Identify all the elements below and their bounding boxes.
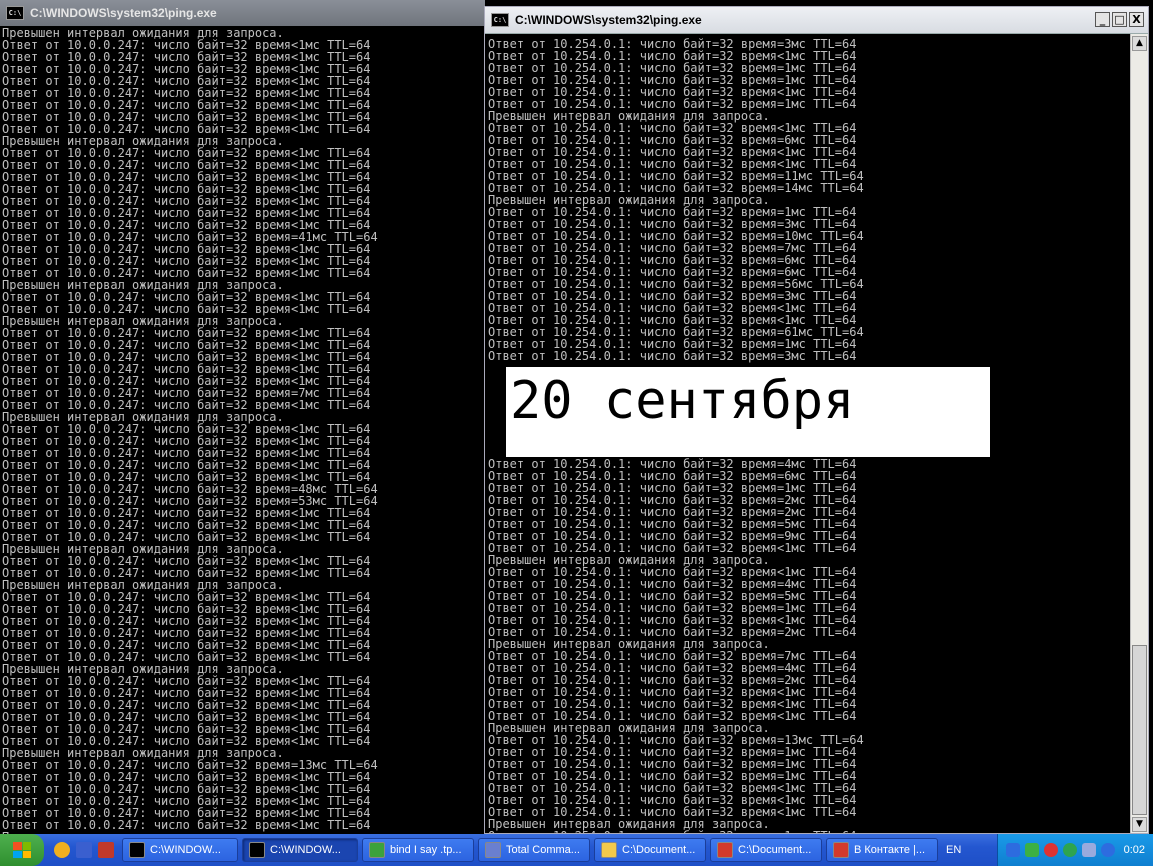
taskbar: C:\WINDOW... C:\WINDOW... bind I say .tp..…	[0, 834, 1153, 866]
quick-launch-app-icon[interactable]	[76, 842, 92, 858]
task-list: C:\WINDOW... C:\WINDOW... bind I say .tp..…	[118, 838, 938, 862]
vertical-scrollbar[interactable]: ▲ ▼	[1130, 34, 1148, 833]
clock[interactable]: 0:02	[1124, 844, 1145, 856]
right-window-titlebar[interactable]: C:\ C:\WINDOWS\system32\ping.exe _ □ X	[485, 7, 1148, 34]
cmd-icon	[129, 842, 145, 858]
taskbar-button[interactable]: C:\WINDOW...	[242, 838, 358, 862]
notepad-icon	[369, 842, 385, 858]
taskbar-button[interactable]: В Контакте |...	[826, 838, 938, 862]
cmd-icon	[249, 842, 265, 858]
minimize-button[interactable]: _	[1095, 12, 1110, 27]
taskbar-button[interactable]: C:\Document...	[594, 838, 706, 862]
taskbar-button-label: C:\Document...	[622, 844, 696, 856]
taskbar-button[interactable]: bind I say .tp...	[362, 838, 474, 862]
opera-icon	[833, 842, 849, 858]
start-button[interactable]	[0, 834, 44, 866]
quick-launch-app-icon[interactable]	[54, 842, 70, 858]
left-console-window[interactable]: C:\ C:\WINDOWS\system32\ping.exe Превыше…	[0, 0, 485, 834]
opera-icon	[717, 842, 733, 858]
tray-app-icon[interactable]	[1100, 843, 1115, 857]
cmd-icon: C:\	[491, 13, 509, 27]
taskbar-button-label: C:\WINDOW...	[150, 844, 221, 856]
quick-launch	[54, 842, 114, 858]
taskbar-button-label: C:\WINDOW...	[270, 844, 341, 856]
taskbar-button[interactable]: C:\Document...	[710, 838, 822, 862]
windows-logo-icon	[13, 842, 31, 858]
language-indicator[interactable]: EN	[946, 844, 962, 856]
tray-app-icon[interactable]	[1062, 843, 1077, 857]
window-controls: _ □ X	[1095, 12, 1144, 27]
console-line: Ответ от 10.254.0.1: число байт=32 время…	[488, 349, 857, 363]
scroll-thumb[interactable]	[1132, 645, 1147, 815]
scroll-up-arrow-icon[interactable]: ▲	[1132, 36, 1147, 51]
taskbar-button-label: Total Comma...	[506, 844, 580, 856]
taskbar-button-label: В Контакте |...	[854, 844, 926, 856]
taskbar-button[interactable]: C:\WINDOW...	[122, 838, 238, 862]
maximize-button[interactable]: □	[1112, 12, 1127, 27]
right-window-title: C:\WINDOWS\system32\ping.exe	[515, 13, 702, 27]
date-overlay: 20 сентября	[506, 367, 990, 457]
tray-app-icon[interactable]	[1024, 843, 1039, 857]
taskbar-button-label: bind I say .tp...	[390, 844, 462, 856]
close-button[interactable]: X	[1129, 12, 1144, 27]
left-console-output: Превышен интервал ожидания для запроса. О…	[2, 27, 378, 834]
taskbar-button-label: C:\Document...	[738, 844, 812, 856]
tray-app-icon[interactable]	[1043, 843, 1058, 857]
quick-launch-app-icon[interactable]	[98, 842, 114, 858]
scroll-down-arrow-icon[interactable]: ▼	[1132, 817, 1147, 832]
folder-icon	[601, 842, 617, 858]
network-icon[interactable]	[1005, 843, 1020, 857]
left-window-titlebar[interactable]: C:\ C:\WINDOWS\system32\ping.exe	[0, 0, 485, 26]
volume-icon[interactable]	[1081, 843, 1096, 857]
left-window-title: C:\WINDOWS\system32\ping.exe	[30, 6, 217, 20]
cmd-icon: C:\	[6, 6, 24, 20]
taskbar-button[interactable]: Total Comma...	[478, 838, 590, 862]
total-commander-icon	[485, 842, 501, 858]
system-tray: 0:02	[996, 834, 1153, 866]
